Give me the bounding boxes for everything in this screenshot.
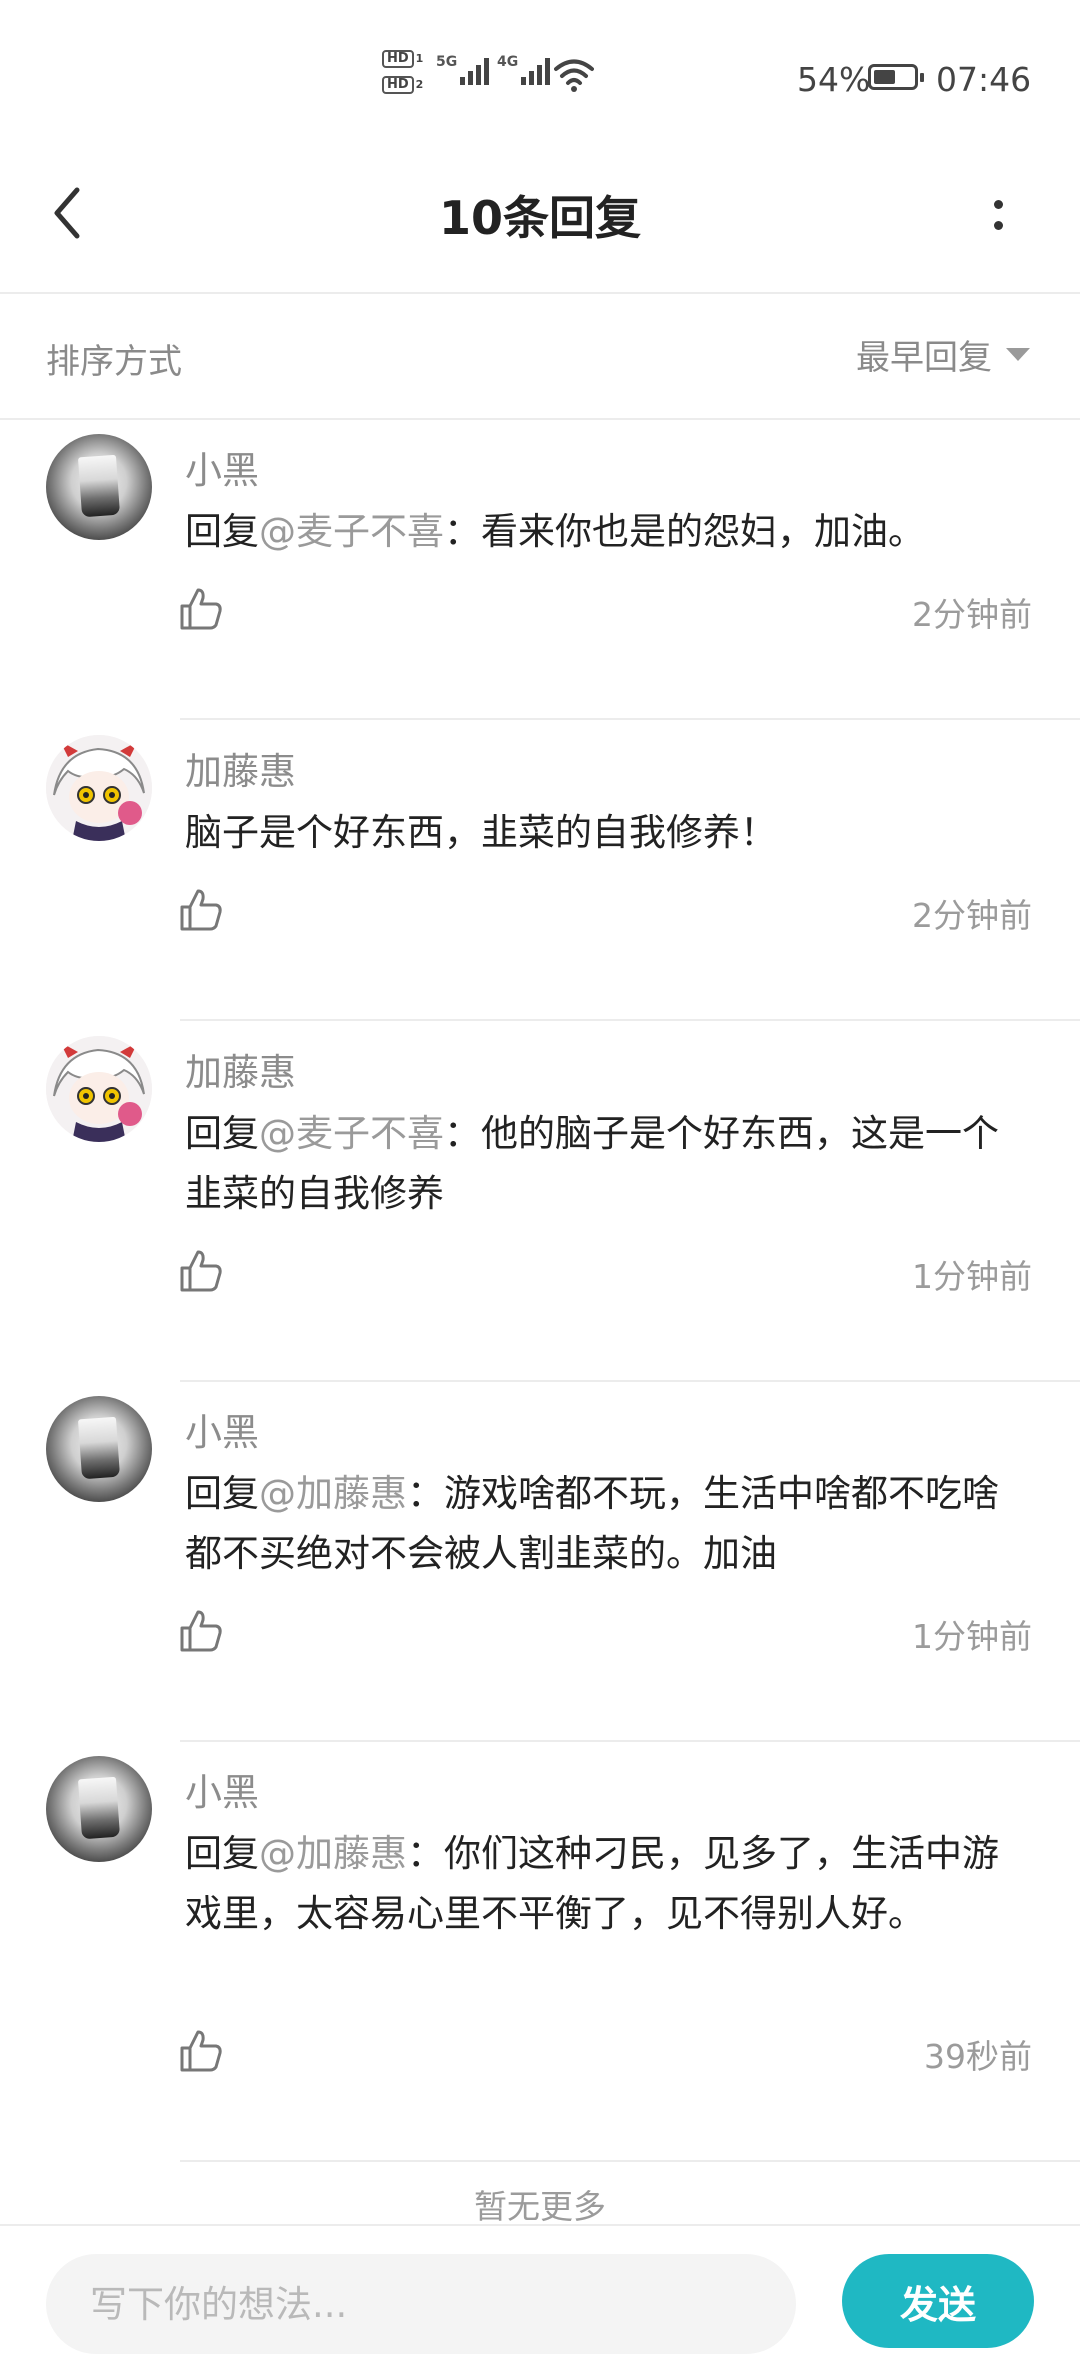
comment-content: ：看来你也是的怨妇，加油。 — [444, 510, 925, 553]
app-header: 10条回复 — [0, 140, 1080, 294]
comment-divider — [180, 718, 1080, 720]
anime-avatar-icon — [46, 1036, 152, 1142]
comment-text: 回复@麦子不喜：看来你也是的怨妇，加油。 — [185, 502, 1020, 562]
sort-bar: 排序方式 最早回复 — [0, 294, 1080, 420]
like-button[interactable] — [178, 1248, 224, 1294]
sort-selected-value: 最早回复 — [856, 338, 992, 378]
signal-4g-icon: 4G — [497, 54, 551, 85]
reply-prefix: 回复 — [185, 1472, 259, 1515]
comment-author[interactable]: 小黑 — [185, 1762, 259, 1816]
like-button[interactable] — [178, 1608, 224, 1654]
signal-5g-icon: 5G — [436, 54, 490, 85]
thumbs-up-icon — [180, 588, 222, 630]
hd-badge-2: HD 2 — [382, 76, 423, 94]
like-button[interactable] — [178, 586, 224, 632]
thumbs-up-icon — [180, 1610, 222, 1652]
page-title: 10条回复 — [438, 191, 641, 245]
comment-timestamp: 1分钟前 — [912, 1617, 1032, 1656]
no-more-text: 暂无更多 — [474, 2187, 606, 2226]
more-vertical-icon — [993, 200, 1003, 209]
more-options-button[interactable] — [976, 182, 1020, 248]
comment-author[interactable]: 小黑 — [185, 1402, 259, 1456]
comment-author[interactable]: 加藤惠 — [185, 1042, 296, 1096]
reply-prefix: 回复 — [185, 1112, 259, 1155]
battery-icon — [868, 64, 924, 90]
comment-item[interactable]: 加藤惠回复@麦子不喜：他的脑子是个好东西，这是一个韭菜的自我修养 1分钟前 — [0, 1022, 1080, 1382]
thumbs-up-icon — [180, 889, 222, 931]
avatar[interactable] — [46, 1396, 152, 1502]
like-button[interactable] — [178, 887, 224, 933]
hd-badge-1: HD 1 — [382, 50, 423, 68]
comment-item[interactable]: 小黑回复@麦子不喜：看来你也是的怨妇，加油。 2分钟前 — [0, 420, 1080, 720]
thumbs-up-icon — [180, 2030, 222, 2072]
comment-divider — [180, 2160, 1080, 2162]
sort-label: 排序方式 — [46, 342, 182, 382]
mention-link[interactable]: @麦子不喜 — [259, 510, 444, 553]
comment-author[interactable]: 小黑 — [185, 440, 259, 494]
comment-input[interactable] — [46, 2254, 796, 2354]
status-time: 07:46 — [936, 60, 1032, 99]
thumbs-up-icon — [180, 1250, 222, 1292]
mention-link[interactable]: @加藤惠 — [259, 1832, 407, 1875]
comment-text: 回复@加藤惠：游戏啥都不玩，生活中啥都不吃啥都不买绝对不会被人割韭菜的。加油 — [185, 1464, 1020, 1584]
wifi-icon — [554, 59, 594, 92]
battery-level-fill — [874, 70, 895, 84]
comment-item[interactable]: 小黑回复@加藤惠：游戏啥都不玩，生活中啥都不吃啥都不买绝对不会被人割韭菜的。加油… — [0, 1382, 1080, 1742]
comment-timestamp: 2分钟前 — [912, 595, 1032, 634]
avatar[interactable] — [46, 735, 152, 841]
avatar[interactable] — [46, 1036, 152, 1142]
avatar[interactable] — [46, 1756, 152, 1862]
comment-content: 脑子是个好东西，韭菜的自我修养！ — [185, 811, 777, 854]
reply-prefix: 回复 — [185, 510, 259, 553]
comment-item[interactable]: 加藤惠脑子是个好东西，韭菜的自我修养！ 2分钟前 — [0, 721, 1080, 1021]
battery-percent: 54% — [797, 60, 871, 99]
comment-timestamp: 2分钟前 — [912, 896, 1032, 935]
mention-link[interactable]: @麦子不喜 — [259, 1112, 444, 1155]
status-bar: HD 1 HD 2 5G 4G 54% 07:46 — [0, 0, 1080, 140]
comment-timestamp: 39秒前 — [924, 2037, 1032, 2076]
avatar[interactable] — [46, 434, 152, 540]
comment-text: 回复@加藤惠：你们这种刁民，见多了，生活中游戏里，太容易心里不平衡了，见不得别人… — [185, 1824, 1020, 1944]
mention-link[interactable]: @加藤惠 — [259, 1472, 407, 1515]
comment-item[interactable]: 小黑回复@加藤惠：你们这种刁民，见多了，生活中游戏里，太容易心里不平衡了，见不得… — [0, 1742, 1080, 2162]
hd-voice-indicators: HD 1 HD 2 — [382, 50, 423, 94]
reply-prefix: 回复 — [185, 1832, 259, 1875]
anime-avatar-icon — [46, 735, 152, 841]
comment-divider — [180, 1019, 1080, 1021]
comment-timestamp: 1分钟前 — [912, 1257, 1032, 1296]
comment-text: 脑子是个好东西，韭菜的自我修养！ — [185, 803, 1020, 863]
sort-dropdown[interactable]: 最早回复 — [856, 330, 1030, 379]
comment-input-bar: 发送 — [0, 2224, 1080, 2378]
send-button[interactable]: 发送 — [842, 2254, 1034, 2348]
comment-author[interactable]: 加藤惠 — [185, 741, 296, 795]
comment-text: 回复@麦子不喜：他的脑子是个好东西，这是一个韭菜的自我修养 — [185, 1104, 1020, 1224]
caret-down-icon — [1006, 348, 1030, 361]
like-button[interactable] — [178, 2028, 224, 2074]
